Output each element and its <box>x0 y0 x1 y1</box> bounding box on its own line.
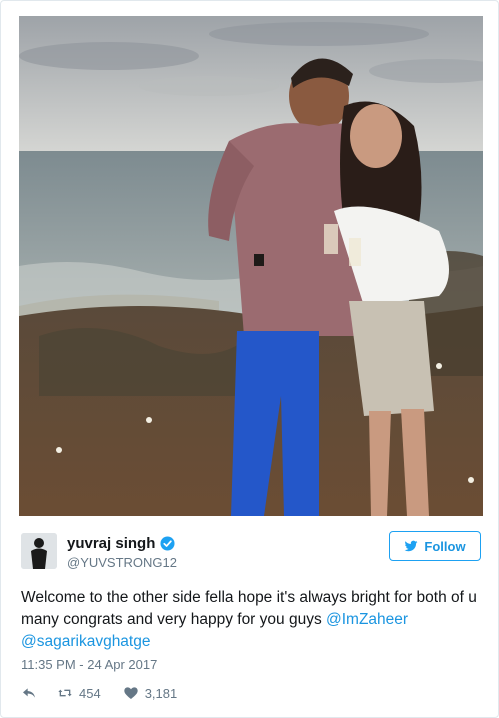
avatar[interactable] <box>21 533 57 569</box>
author-handle[interactable]: @YUVSTRONG12 <box>67 555 177 570</box>
author-display-name[interactable]: yuvraj singh <box>67 535 155 552</box>
retweet-icon <box>58 689 72 697</box>
verified-badge-icon <box>160 535 175 551</box>
tweet-timestamp[interactable]: 11:35 PM - 24 Apr 2017 <box>21 657 157 672</box>
follow-button[interactable]: Follow <box>389 531 481 561</box>
tweet-photo[interactable] <box>19 16 483 516</box>
like-button[interactable]: 3,181 <box>123 685 178 701</box>
mention-link-sagarikavghatge[interactable]: @sagarikavghatge <box>21 633 150 650</box>
tweet-photo-image <box>19 16 483 516</box>
tweet-text-body: Welcome to the other side fella hope it'… <box>21 589 477 628</box>
reply-icon <box>23 688 35 698</box>
tweet-card: yuvraj singh @YUVSTRONG12 Follow Welcome… <box>0 0 499 718</box>
twitter-bird-icon <box>404 540 418 552</box>
reply-button[interactable] <box>21 685 37 701</box>
retweet-count: 454 <box>79 685 101 701</box>
mention-link-imzaheer[interactable]: @ImZaheer <box>326 611 408 628</box>
author-name-line: yuvraj singh <box>67 533 175 553</box>
tweet-actions: 454 3,181 <box>21 684 177 702</box>
retweet-button[interactable]: 454 <box>57 685 101 701</box>
like-count: 3,181 <box>144 685 178 701</box>
tweet-author-row: yuvraj singh @YUVSTRONG12 Follow <box>21 531 481 573</box>
follow-button-label: Follow <box>424 538 466 554</box>
tweet-text: Welcome to the other side fella hope it'… <box>21 587 483 653</box>
heart-icon <box>124 687 138 699</box>
